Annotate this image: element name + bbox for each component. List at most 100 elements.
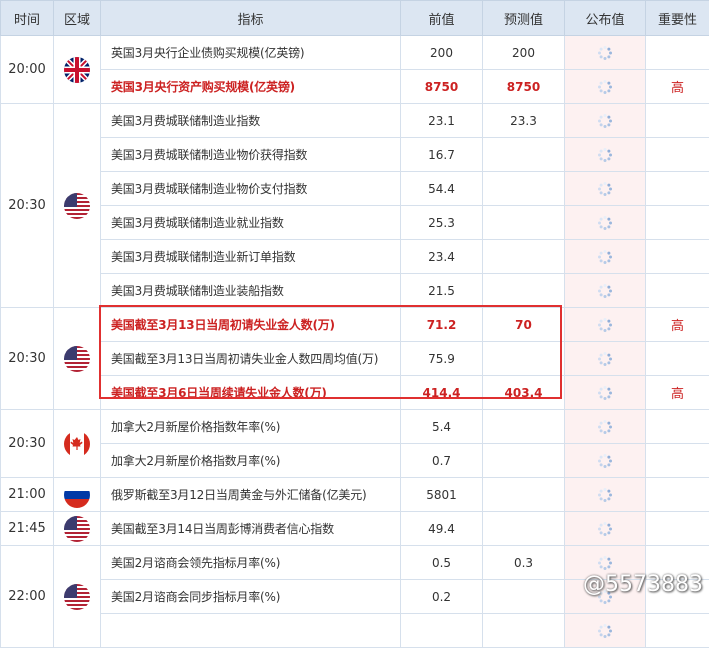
forecast-value [483,138,565,172]
table-row[interactable]: 美国3月费城联储制造业新订单指数23.4 [1,240,709,274]
previous-value: 5.4 [401,410,483,444]
loading-spinner-icon [597,487,613,503]
previous-value: 414.4 [401,376,483,410]
table-row[interactable]: 加拿大2月新屋价格指数月率(%)0.7 [1,444,709,478]
loading-spinner-icon [597,453,613,469]
loading-spinner-icon [597,623,613,639]
published-value [565,614,646,648]
event-time: 21:45 [1,512,54,546]
importance-value [646,410,709,444]
table-row[interactable]: 20:30美国截至3月13日当周初请失业金人数(万)71.270高 [1,308,709,342]
forecast-value: 70 [483,308,565,342]
indicator-name: 美国截至3月14日当周彭博消费者信心指数 [101,512,401,546]
event-time: 22:00 [1,546,54,648]
header-row: 时间 区域 指标 前值 预测值 公布值 重要性 [1,1,709,36]
table-row[interactable]: 美国3月费城联储制造业物价获得指数16.7 [1,138,709,172]
us-flag-icon [64,516,90,542]
indicator-name: 英国3月央行资产购买规模(亿英镑) [101,70,401,104]
forecast-value: 8750 [483,70,565,104]
table-row[interactable]: 美国截至3月6日当周续请失业金人数(万)414.4403.4高 [1,376,709,410]
header-time: 时间 [1,1,54,36]
previous-value: 54.4 [401,172,483,206]
table-row[interactable]: 美国3月费城联储制造业就业指数25.3 [1,206,709,240]
importance-value [646,138,709,172]
previous-value: 21.5 [401,274,483,308]
published-value [565,104,646,138]
indicator-name: 俄罗斯截至3月12日当周黄金与外汇储备(亿美元) [101,478,401,512]
indicator-name [101,614,401,648]
region-cell [54,36,101,104]
indicator-name: 美国3月费城联储制造业新订单指数 [101,240,401,274]
importance-value: 高 [646,376,709,410]
table-row[interactable]: 20:30加拿大2月新屋价格指数年率(%)5.4 [1,410,709,444]
region-cell [54,104,101,308]
table-row[interactable]: 21:00俄罗斯截至3月12日当周黄金与外汇储备(亿美元)5801 [1,478,709,512]
table-row[interactable]: 美国3月费城联储制造业物价支付指数54.4 [1,172,709,206]
forecast-value [483,580,565,614]
published-value [565,138,646,172]
previous-value: 16.7 [401,138,483,172]
indicator-name: 加拿大2月新屋价格指数年率(%) [101,410,401,444]
event-time: 20:00 [1,36,54,104]
published-value [565,206,646,240]
previous-value: 49.4 [401,512,483,546]
table-row[interactable]: 20:00英国3月央行企业债购买规模(亿英镑)200200 [1,36,709,70]
event-time: 20:30 [1,104,54,308]
event-time: 20:30 [1,308,54,410]
us-flag-icon [64,193,90,219]
header-forecast: 预测值 [483,1,565,36]
published-value [565,512,646,546]
region-cell [54,512,101,546]
previous-value: 0.7 [401,444,483,478]
forecast-value [483,172,565,206]
table-row[interactable]: 美国3月费城联储制造业装船指数21.5 [1,274,709,308]
forecast-value [483,342,565,376]
importance-value [646,172,709,206]
previous-value [401,614,483,648]
published-value [565,240,646,274]
previous-value: 200 [401,36,483,70]
loading-spinner-icon [597,385,613,401]
loading-spinner-icon [597,283,613,299]
loading-spinner-icon [597,249,613,265]
importance-value [646,206,709,240]
importance-value [646,478,709,512]
loading-spinner-icon [597,351,613,367]
forecast-value [483,614,565,648]
previous-value: 8750 [401,70,483,104]
forecast-value: 200 [483,36,565,70]
published-value [565,172,646,206]
table-row[interactable]: 美国截至3月13日当周初请失业金人数四周均值(万)75.9 [1,342,709,376]
importance-value [646,104,709,138]
importance-value [646,342,709,376]
previous-value: 0.2 [401,580,483,614]
published-value [565,376,646,410]
table-row[interactable]: 21:45 美国截至3月14日当周彭博消费者信心指数49.4 [1,512,709,546]
indicator-name: 美国截至3月13日当周初请失业金人数(万) [101,308,401,342]
table-row[interactable] [1,614,709,648]
published-value [565,478,646,512]
table-row[interactable]: 20:30美国3月费城联储制造业指数23.123.3 [1,104,709,138]
loading-spinner-icon [597,317,613,333]
forecast-value [483,512,565,546]
previous-value: 23.4 [401,240,483,274]
forecast-value [483,240,565,274]
uk-flag-icon [64,57,90,83]
forecast-value [483,478,565,512]
published-value [565,308,646,342]
indicator-name: 美国3月费城联储制造业装船指数 [101,274,401,308]
region-cell [54,410,101,478]
loading-spinner-icon [597,147,613,163]
header-published: 公布值 [565,1,646,36]
region-cell [54,546,101,648]
table-row[interactable]: 英国3月央行资产购买规模(亿英镑)87508750高 [1,70,709,104]
forecast-value: 403.4 [483,376,565,410]
importance-value [646,274,709,308]
previous-value: 5801 [401,478,483,512]
forecast-value [483,206,565,240]
importance-value [646,614,709,648]
previous-value: 25.3 [401,206,483,240]
header-region: 区域 [54,1,101,36]
indicator-name: 美国截至3月13日当周初请失业金人数四周均值(万) [101,342,401,376]
loading-spinner-icon [597,45,613,61]
